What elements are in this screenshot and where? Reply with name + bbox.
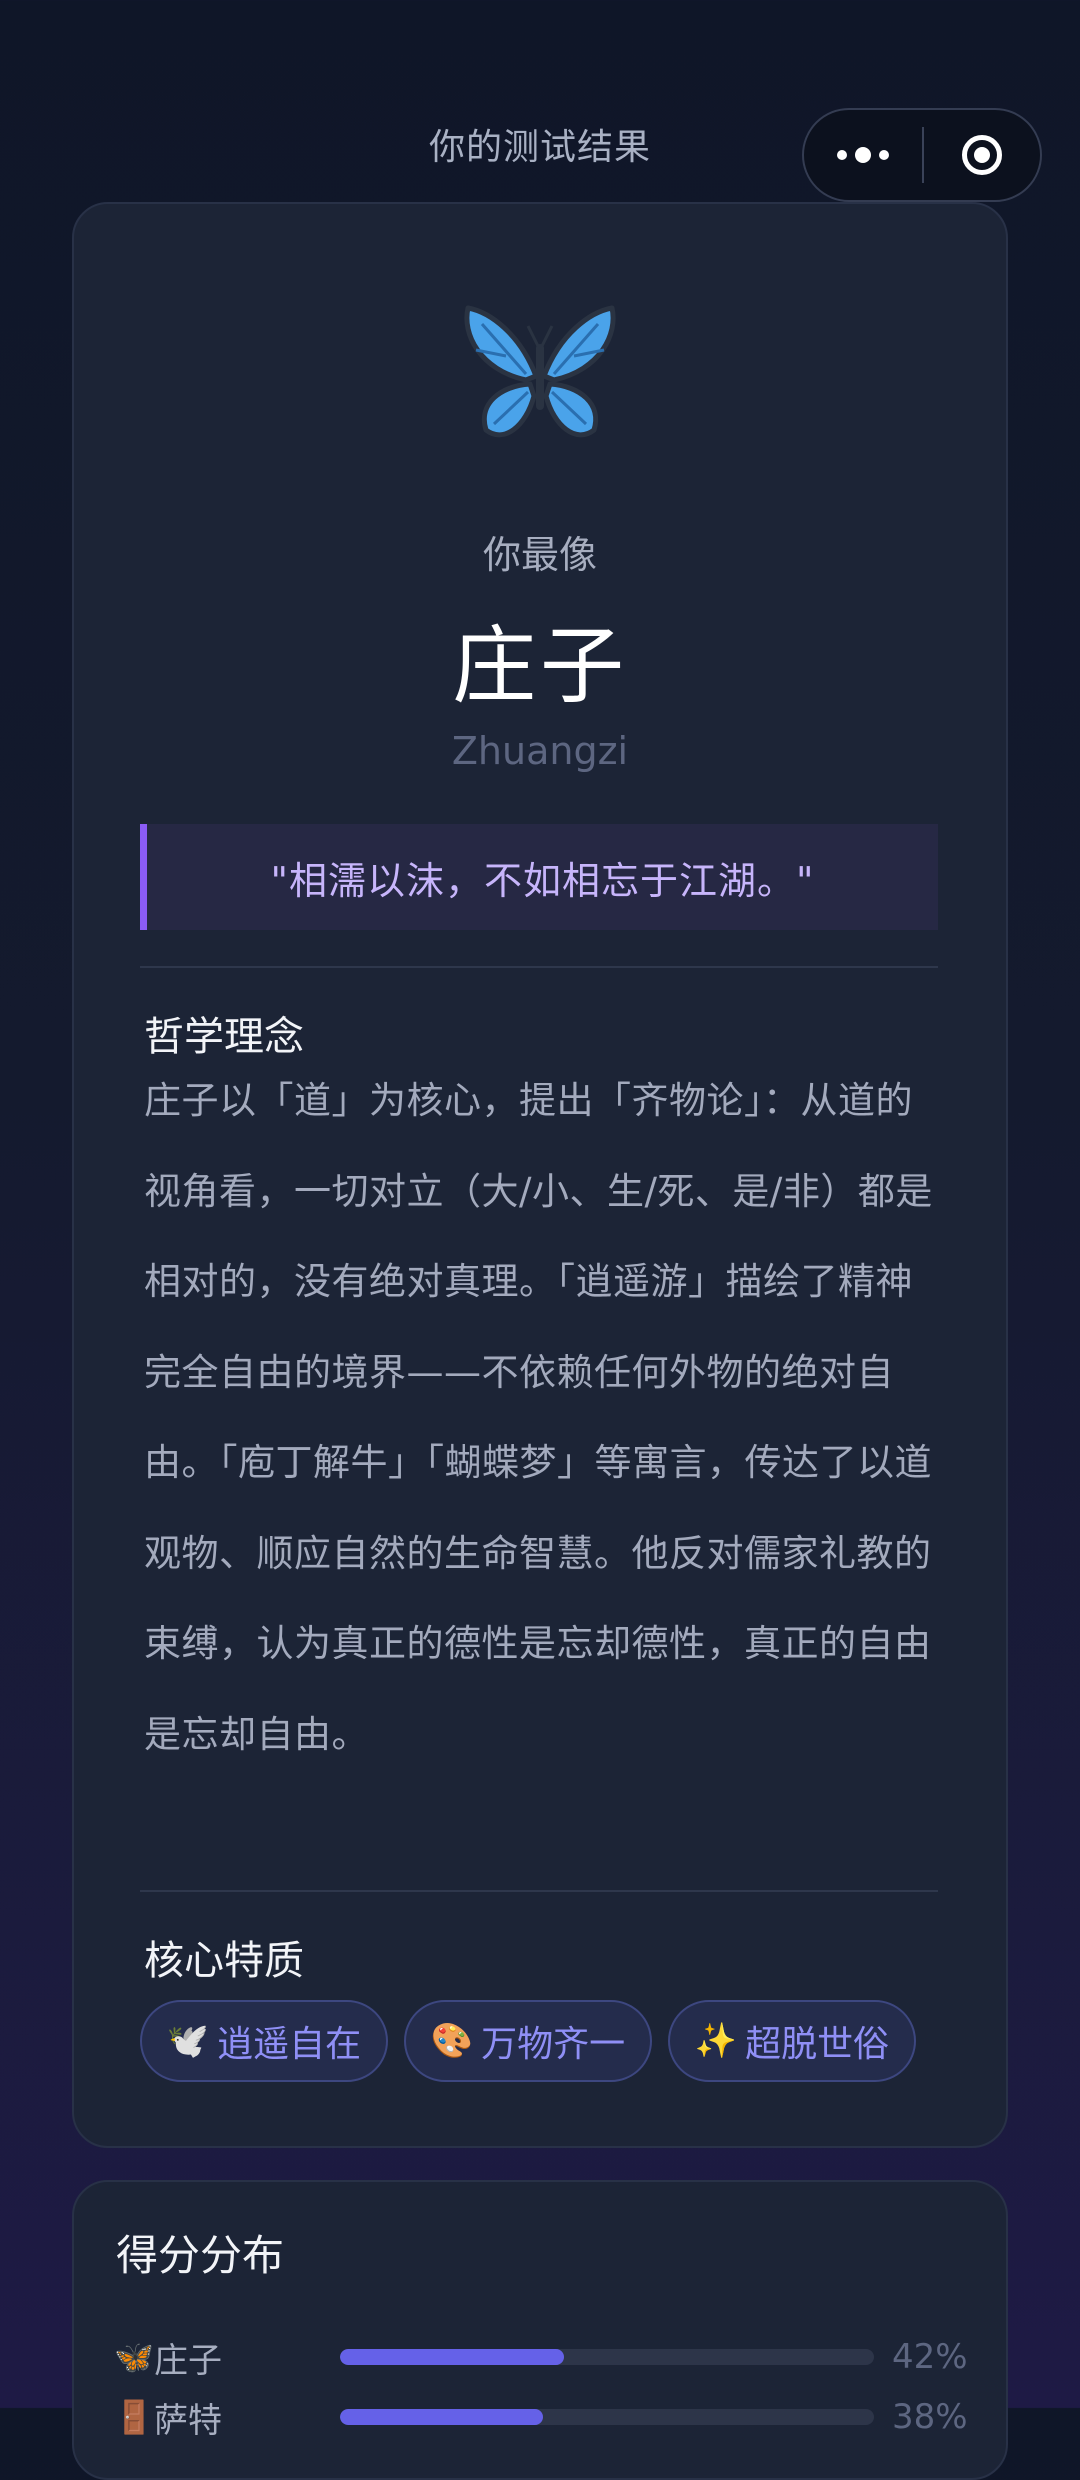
- more-dot-icon: [855, 147, 871, 163]
- score-row: 🚪 萨特 38%: [114, 2392, 970, 2442]
- trait-pill: ✨ 超脱世俗: [668, 2000, 916, 2082]
- palette-icon: 🎨: [430, 2021, 474, 2061]
- score-title: 得分分布: [116, 2231, 285, 2280]
- philosophy-title: 哲学理念: [144, 1014, 304, 1060]
- trait-pill: 🎨 万物齐一: [404, 2000, 652, 2082]
- divider: [140, 966, 938, 968]
- butterfly-icon: 🦋: [114, 2338, 154, 2376]
- quote-text: "相濡以沫，不如相忘于江湖。": [270, 858, 815, 903]
- score-name: 庄子: [154, 2340, 222, 2381]
- score-bar: [340, 2349, 874, 2365]
- philosopher-pinyin: Zhuangzi: [451, 729, 629, 773]
- more-options-button[interactable]: [804, 110, 922, 200]
- quote-block: "相濡以沫，不如相忘于江湖。": [140, 824, 938, 930]
- result-subtitle: 你最像: [482, 533, 597, 577]
- sparkles-icon: ✨: [694, 2021, 738, 2061]
- score-bar-fill: [340, 2409, 543, 2425]
- score-bar-fill: [340, 2349, 565, 2365]
- trait-label: 超脱世俗: [745, 2024, 890, 2065]
- score-percent: 38%: [892, 2397, 968, 2437]
- score-card: 得分分布 🦋 庄子 42% 🚪 萨特 38%: [72, 2180, 1008, 2480]
- score-row: 🦋 庄子 42%: [114, 2332, 970, 2382]
- score-name: 萨特: [154, 2400, 222, 2441]
- close-button[interactable]: [924, 110, 1040, 200]
- trait-label: 逍遥自在: [217, 2024, 362, 2065]
- butterfly-icon: [74, 304, 1006, 448]
- target-close-icon: [962, 135, 1002, 175]
- more-dot-icon: [879, 150, 889, 160]
- philosopher-name: 庄子: [451, 617, 628, 715]
- trait-label: 万物齐一: [481, 2024, 626, 2065]
- traits-list: 🕊️ 逍遥自在 🎨 万物齐一 ✨ 超脱世俗: [140, 2000, 916, 2082]
- divider: [140, 1890, 938, 1892]
- result-card: 你最像 庄子 Zhuangzi "相濡以沫，不如相忘于江湖。" 哲学理念 庄子以…: [72, 202, 1008, 2148]
- philosophy-text: 庄子以「道」为核心，提出「齐物论」：从道的视角看，一切对立（大/小、生/死、是/…: [144, 1079, 933, 1756]
- mini-program-capsule: [802, 108, 1042, 202]
- score-bar: [340, 2409, 874, 2425]
- more-dot-icon: [837, 150, 847, 160]
- dove-icon: 🕊️: [166, 2021, 210, 2061]
- score-percent: 42%: [892, 2337, 968, 2377]
- traits-title: 核心特质: [144, 1938, 304, 1984]
- door-icon: 🚪: [114, 2398, 154, 2436]
- trait-pill: 🕊️ 逍遥自在: [140, 2000, 388, 2082]
